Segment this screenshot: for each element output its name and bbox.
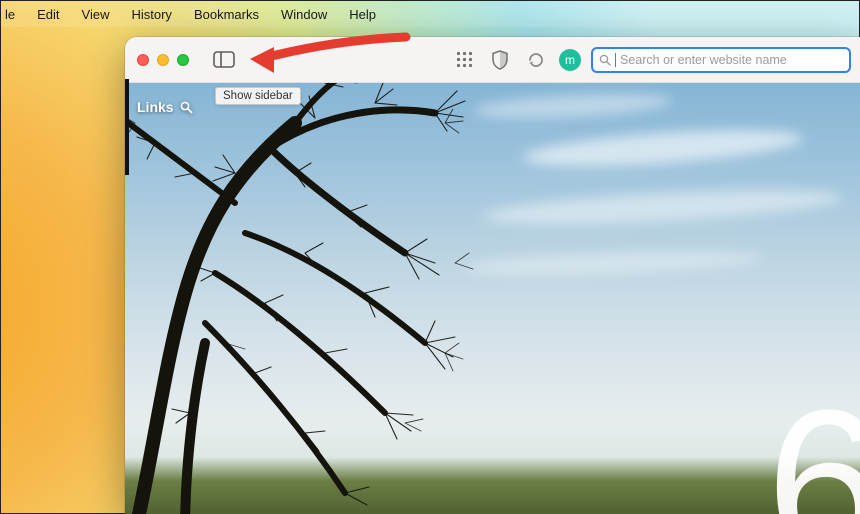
text-cursor — [615, 53, 616, 67]
links-label-text: Links — [137, 99, 174, 115]
start-page-grid-button[interactable] — [451, 48, 477, 72]
minimize-window-button[interactable] — [157, 54, 169, 66]
grid-icon — [456, 51, 473, 68]
profile-avatar[interactable]: m — [559, 49, 581, 71]
fullscreen-window-button[interactable] — [177, 54, 189, 66]
window-controls — [137, 54, 189, 66]
tree-silhouette — [125, 83, 535, 514]
menu-item[interactable]: Bookmarks — [194, 7, 259, 22]
avatar-letter: m — [565, 53, 575, 67]
browser-window: m Search or enter website name Show side… — [125, 37, 860, 514]
privacy-report-button[interactable] — [487, 48, 513, 72]
close-window-button[interactable] — [137, 54, 149, 66]
shield-icon — [491, 50, 509, 70]
search-placeholder: Search or enter website name — [620, 53, 787, 67]
sidebar-tooltip: Show sidebar — [215, 87, 301, 105]
show-sidebar-button[interactable] — [211, 48, 237, 72]
address-search-field[interactable]: Search or enter website name — [591, 47, 851, 73]
menu-item[interactable]: le — [5, 7, 15, 22]
reload-button[interactable] — [523, 48, 549, 72]
sidebar-icon — [213, 51, 235, 68]
menu-item[interactable]: Window — [281, 7, 327, 22]
background-window-edge — [125, 79, 129, 175]
menu-item[interactable]: View — [82, 7, 110, 22]
browser-toolbar: m Search or enter website name — [125, 37, 860, 83]
links-section-header[interactable]: Links — [137, 99, 193, 115]
system-menubar: le Edit View History Bookmarks Window He… — [1, 1, 859, 27]
menu-item[interactable]: History — [131, 7, 171, 22]
reload-icon — [527, 51, 545, 69]
search-icon — [599, 54, 611, 66]
menu-item[interactable]: Help — [349, 7, 376, 22]
weather-temperature: 6 — [766, 379, 860, 514]
search-icon — [180, 101, 193, 114]
start-page: Links 6 — [125, 83, 860, 514]
menu-item[interactable]: Edit — [37, 7, 59, 22]
